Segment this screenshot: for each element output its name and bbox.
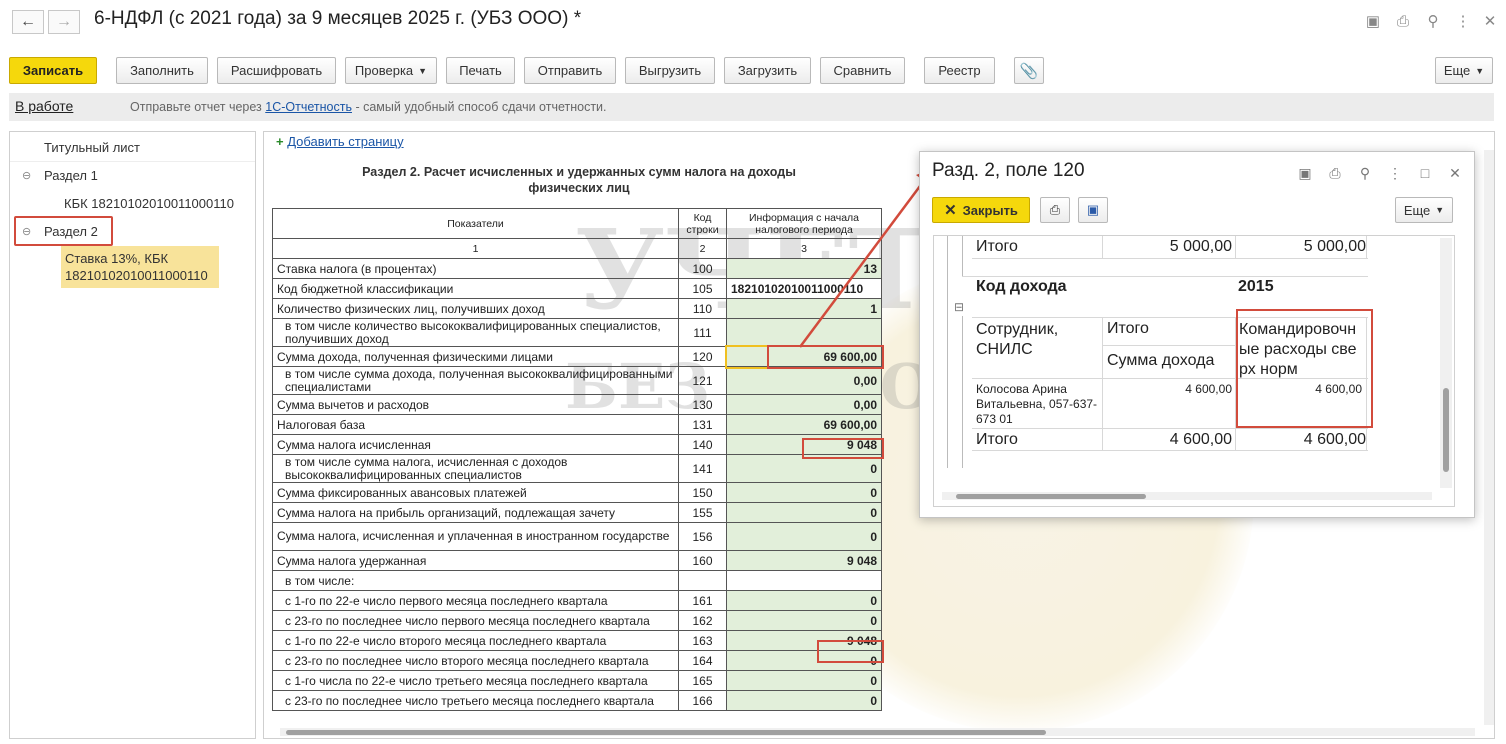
employee-label: Сотрудник, СНИЛС — [976, 321, 1059, 358]
dialog-horizontal-scrollbar[interactable] — [942, 492, 1432, 500]
main-vertical-scrollbar[interactable] — [1484, 150, 1494, 725]
dialog-more-dropdown[interactable]: Еще ▼ — [1395, 197, 1453, 223]
main-horizontal-scrollbar[interactable] — [280, 728, 1475, 736]
total-bottom-v1: 4 600,00 — [1169, 431, 1232, 448]
dialog-vertical-thumb[interactable] — [1443, 388, 1449, 472]
print-icon[interactable]: ⎙ — [1326, 164, 1344, 182]
decode-dialog: Разд. 2, поле 120 ▣ ⎙ ⚲ ⋮ □ ✕ ✕ Закрыть ⎙… — [919, 151, 1475, 518]
total-col-label: Итого — [1107, 320, 1149, 337]
employee-v1: 4 600,00 — [1185, 382, 1232, 396]
income-sum-label: Сумма дохода — [1107, 352, 1215, 369]
total-bottom-v2: 4 600,00 — [1303, 431, 1366, 448]
total-top-v1: 5 000,00 — [1169, 238, 1232, 255]
highlight-category — [1236, 309, 1373, 428]
floppy-icon: ▣ — [1086, 202, 1100, 217]
dialog-print-button[interactable]: ⎙ — [1040, 197, 1070, 223]
close-icon[interactable]: ✕ — [1446, 164, 1464, 182]
collapse-icon[interactable]: ⊟ — [954, 300, 964, 314]
close-x-icon: ✕ — [944, 202, 957, 219]
income-code-label: Код дохода — [976, 278, 1067, 295]
decode-report: Итого 5 000,00 5 000,00 Код дохода 2015 … — [933, 235, 1455, 507]
dialog-close-button[interactable]: ✕ Закрыть — [932, 197, 1030, 223]
dialog-vertical-scrollbar[interactable] — [1440, 238, 1452, 488]
printer-icon: ⎙ — [1049, 202, 1061, 217]
preview-icon[interactable]: ⚲ — [1356, 164, 1374, 182]
more-vertical-icon[interactable]: ⋮ — [1386, 164, 1404, 182]
dialog-save-button[interactable]: ▣ — [1078, 197, 1108, 223]
dialog-horizontal-thumb[interactable] — [956, 494, 1146, 499]
main-horizontal-thumb[interactable] — [286, 730, 1046, 735]
dialog-title: Разд. 2, поле 120 — [932, 160, 1085, 181]
income-code-value: 2015 — [1238, 278, 1274, 295]
total-top-label: Итого — [976, 238, 1018, 255]
total-top-v2: 5 000,00 — [1303, 238, 1366, 255]
maximize-icon[interactable]: □ — [1416, 164, 1434, 182]
chevron-down-icon: ▼ — [1435, 205, 1445, 215]
dialog-close-label: Закрыть — [962, 202, 1018, 218]
total-bottom-label: Итого — [976, 431, 1018, 448]
save-icon[interactable]: ▣ — [1296, 164, 1314, 182]
dialog-more-label: Еще — [1403, 202, 1431, 218]
employee-name: Колосова Арина Витальевна, 057-637-673 0… — [976, 382, 1098, 426]
